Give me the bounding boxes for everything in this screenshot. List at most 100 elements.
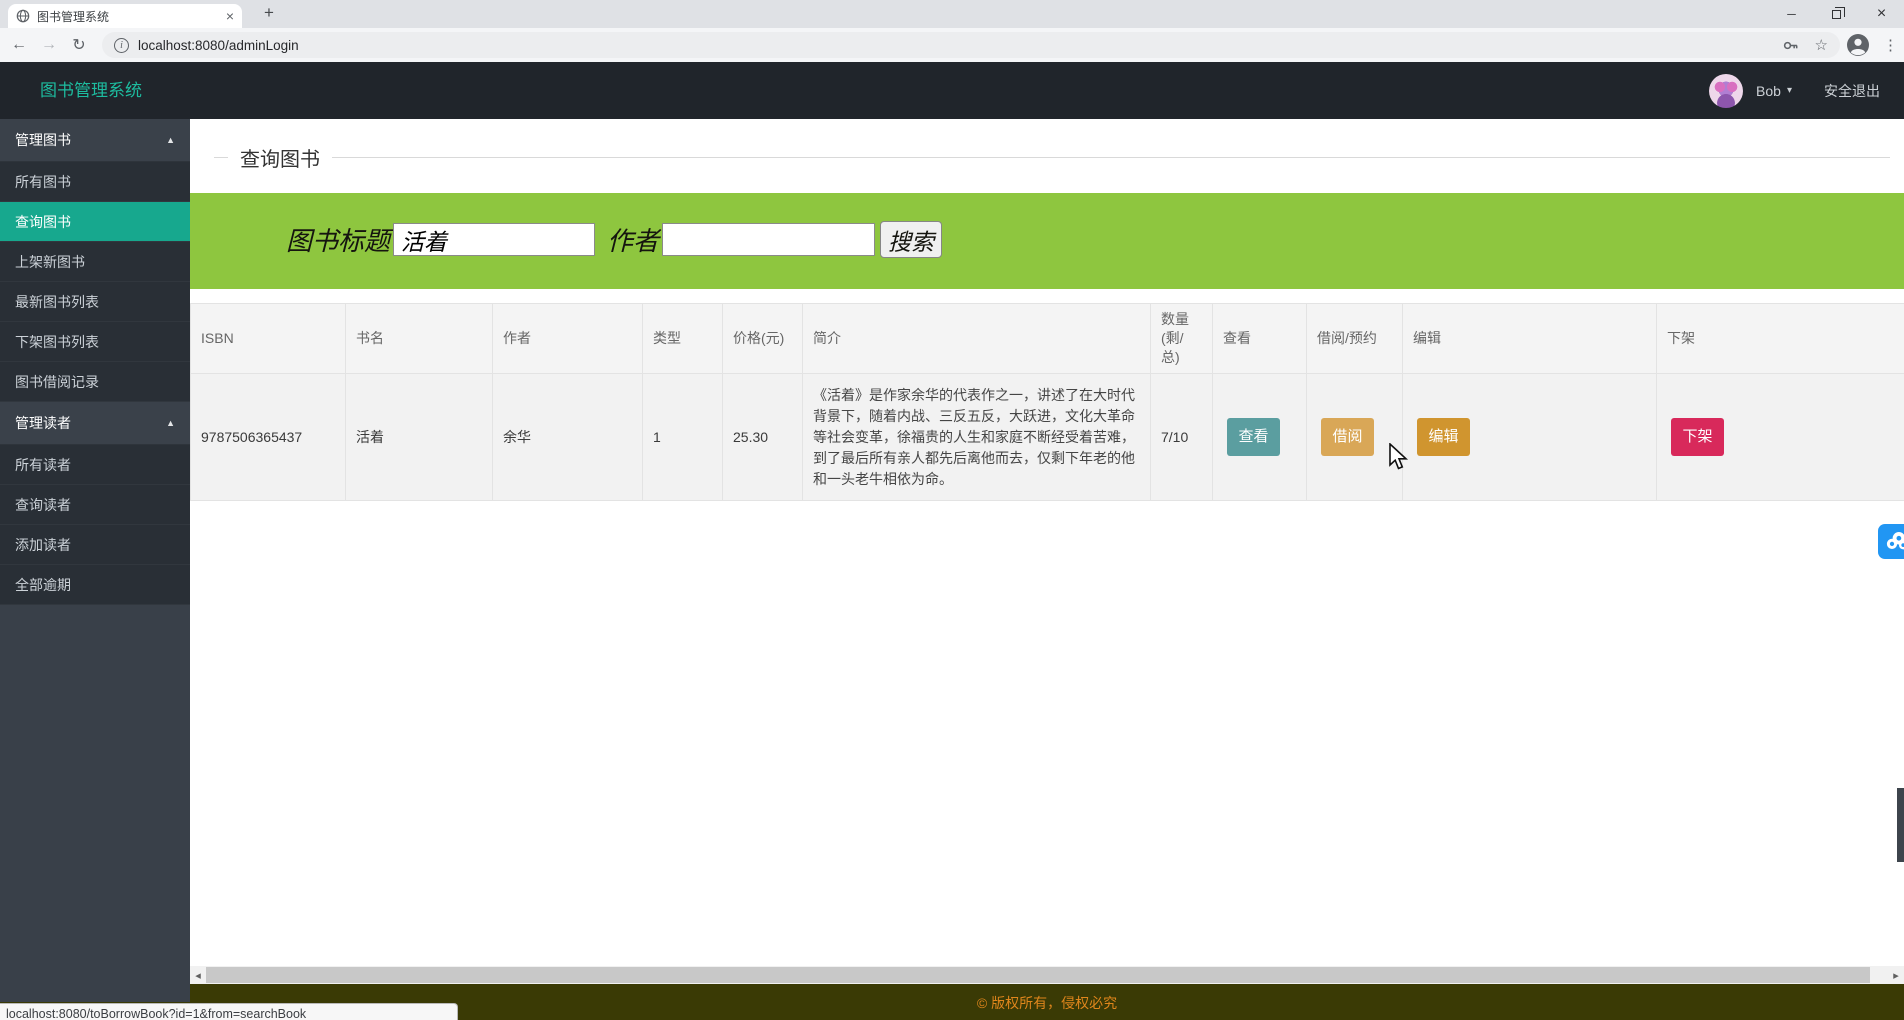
cell-summary: 《活着》是作家余华的代表作之一，讲述了在大时代背景下，随着内战、三反五反，大跃进… <box>802 373 1151 501</box>
page-title: 查询图书 <box>240 149 320 171</box>
remove-button[interactable]: 下架 <box>1671 418 1724 456</box>
col-remove: 下架 <box>1656 303 1904 374</box>
window-close-button[interactable]: × <box>1859 0 1904 28</box>
new-tab-button[interactable]: + <box>258 3 280 23</box>
window-restore-button[interactable] <box>1814 0 1859 28</box>
caret-up-icon: ▲ <box>166 418 175 428</box>
window-controls: ─ × <box>1769 0 1904 28</box>
navbar-user-area: Bob ▾ 安全退出 <box>1709 62 1880 119</box>
author-label: 作者 <box>607 227 660 256</box>
cell-title: 活着 <box>345 373 493 501</box>
cell-price: 25.30 <box>722 373 803 501</box>
edit-button[interactable]: 编辑 <box>1417 418 1470 456</box>
sidebar-item-label: 查询读者 <box>15 496 71 513</box>
sidebar-section-manage-readers[interactable]: 管理读者 ▲ <box>0 402 190 445</box>
col-view: 查看 <box>1212 303 1307 374</box>
sidebar-item-label: 图书借阅记录 <box>15 373 99 390</box>
page-title-row: 查询图书 <box>214 143 1890 172</box>
borrow-button[interactable]: 借阅 <box>1321 418 1374 456</box>
sidebar-item-label: 查询图书 <box>15 213 71 230</box>
site-info-icon[interactable]: i <box>114 37 129 53</box>
sidebar-section-label: 管理图书 <box>15 132 71 148</box>
user-avatar[interactable] <box>1709 73 1744 108</box>
cloud-drive-badge[interactable] <box>1878 524 1904 559</box>
vertical-scrollbar-thumb[interactable] <box>1897 788 1904 862</box>
username-label[interactable]: Bob <box>1756 83 1781 99</box>
search-form: 图书标题 作者 搜索 <box>286 221 943 258</box>
mouse-cursor-icon <box>1389 443 1409 470</box>
cell-quantity: 7/10 <box>1150 373 1213 501</box>
cloud-drive-icon <box>1886 531 1904 549</box>
divider <box>214 157 228 158</box>
col-title: 书名 <box>345 303 493 374</box>
view-button[interactable]: 查看 <box>1227 418 1280 456</box>
sidebar-section-label: 管理读者 <box>15 415 71 431</box>
book-title-input[interactable] <box>393 223 596 256</box>
browser-menu-icon[interactable]: ⋮ <box>1883 36 1898 54</box>
divider <box>332 157 1890 158</box>
books-table-wrap: ISBN 书名 作者 类型 价格(元) 简介 数量(剩/总) 查看 借阅/预约 … <box>190 303 1904 501</box>
col-type: 类型 <box>642 303 723 374</box>
sidebar-item-add-reader[interactable]: 添加读者 <box>0 525 190 565</box>
main-content: 查询图书 图书标题 作者 搜索 <box>190 119 1904 966</box>
horizontal-scrollbar[interactable]: ◂ ▸ <box>190 966 1904 984</box>
back-icon[interactable]: ← <box>4 36 34 54</box>
browser-tab-strip: 图书管理系统 × + ─ × <box>0 0 1904 28</box>
books-table: ISBN 书名 作者 类型 价格(元) 简介 数量(剩/总) 查看 借阅/预约 … <box>190 303 1904 501</box>
sidebar-item-label: 下架图书列表 <box>15 333 99 350</box>
sidebar-item-label: 上架新图书 <box>15 253 85 270</box>
sidebar-section-manage-books[interactable]: 管理图书 ▲ <box>0 119 190 162</box>
sidebar-item-label: 添加读者 <box>15 536 71 553</box>
sidebar-item-label: 最新图书列表 <box>15 293 99 310</box>
sidebar-item-search-books[interactable]: 查询图书 <box>0 202 190 242</box>
sidebar-item-label: 全部逾期 <box>15 576 71 593</box>
browser-toolbar: ← → ↻ i localhost:8080/adminLogin ☆ ⋮ <box>0 28 1904 62</box>
cell-type: 1 <box>642 373 723 501</box>
sidebar-item-removed-books[interactable]: 下架图书列表 <box>0 322 190 362</box>
tab-title: 图书管理系统 <box>37 9 110 24</box>
status-bar-url: localhost:8080/toBorrowBook?id=1&from=se… <box>6 1007 307 1020</box>
window-minimize-button[interactable]: ─ <box>1769 0 1814 28</box>
address-bar[interactable]: i localhost:8080/adminLogin ☆ <box>102 32 1840 58</box>
col-borrow: 借阅/预约 <box>1306 303 1403 374</box>
sidebar-item-search-readers[interactable]: 查询读者 <box>0 485 190 525</box>
sidebar-item-borrow-records[interactable]: 图书借阅记录 <box>0 362 190 402</box>
sidebar-item-all-books[interactable]: 所有图书 <box>0 162 190 202</box>
app-navbar: 图书管理系统 Bob ▾ 安全退出 <box>0 62 1904 119</box>
col-summary: 简介 <box>802 303 1151 374</box>
cell-author: 余华 <box>492 373 643 501</box>
sidebar: 管理图书 ▲ 所有图书 查询图书 上架新图书 最新图书列表 下架图书列表 图书借… <box>0 119 190 1002</box>
sidebar-item-label: 所有图书 <box>15 173 71 190</box>
browser-profile-icon[interactable] <box>1846 33 1870 57</box>
caret-up-icon: ▲ <box>166 135 175 145</box>
col-price: 价格(元) <box>722 303 803 374</box>
search-button[interactable]: 搜索 <box>880 221 943 258</box>
status-bar-link-preview: localhost:8080/toBorrowBook?id=1&from=se… <box>0 1003 458 1020</box>
scroll-left-icon[interactable]: ◂ <box>190 966 206 984</box>
screen: 图书管理系统 × + ─ × ← → ↻ i localhost:8080/ad… <box>0 0 1904 1020</box>
sidebar-item-label: 所有读者 <box>15 456 71 473</box>
app-brand[interactable]: 图书管理系统 <box>40 62 142 119</box>
tab-close-icon[interactable]: × <box>226 9 234 23</box>
globe-favicon-icon <box>16 9 30 23</box>
cell-isbn: 9787506365437 <box>190 373 346 501</box>
key-icon[interactable] <box>1782 37 1799 54</box>
logout-link[interactable]: 安全退出 <box>1824 81 1880 101</box>
sidebar-item-all-overdue[interactable]: 全部逾期 <box>0 565 190 605</box>
col-isbn: ISBN <box>190 303 346 374</box>
user-caret-down-icon[interactable]: ▾ <box>1787 85 1792 96</box>
url-text[interactable]: localhost:8080/adminLogin <box>138 38 1782 53</box>
author-input[interactable] <box>662 223 876 256</box>
horizontal-scrollbar-thumb[interactable] <box>206 967 1870 983</box>
scroll-right-icon[interactable]: ▸ <box>1888 966 1904 984</box>
refresh-icon[interactable]: ↻ <box>64 35 94 55</box>
browser-tab[interactable]: 图书管理系统 × <box>8 4 242 28</box>
table-row: 9787506365437 活着 余华 1 25.30 《活着》是作家余华的代表… <box>190 373 1904 501</box>
sidebar-item-add-book[interactable]: 上架新图书 <box>0 242 190 282</box>
bookmark-star-icon[interactable]: ☆ <box>1815 36 1828 54</box>
forward-icon[interactable]: → <box>34 36 64 54</box>
sidebar-item-all-readers[interactable]: 所有读者 <box>0 445 190 485</box>
search-panel: 图书标题 作者 搜索 <box>190 193 1904 289</box>
sidebar-item-newest-books[interactable]: 最新图书列表 <box>0 282 190 322</box>
restore-icon <box>1832 6 1845 19</box>
